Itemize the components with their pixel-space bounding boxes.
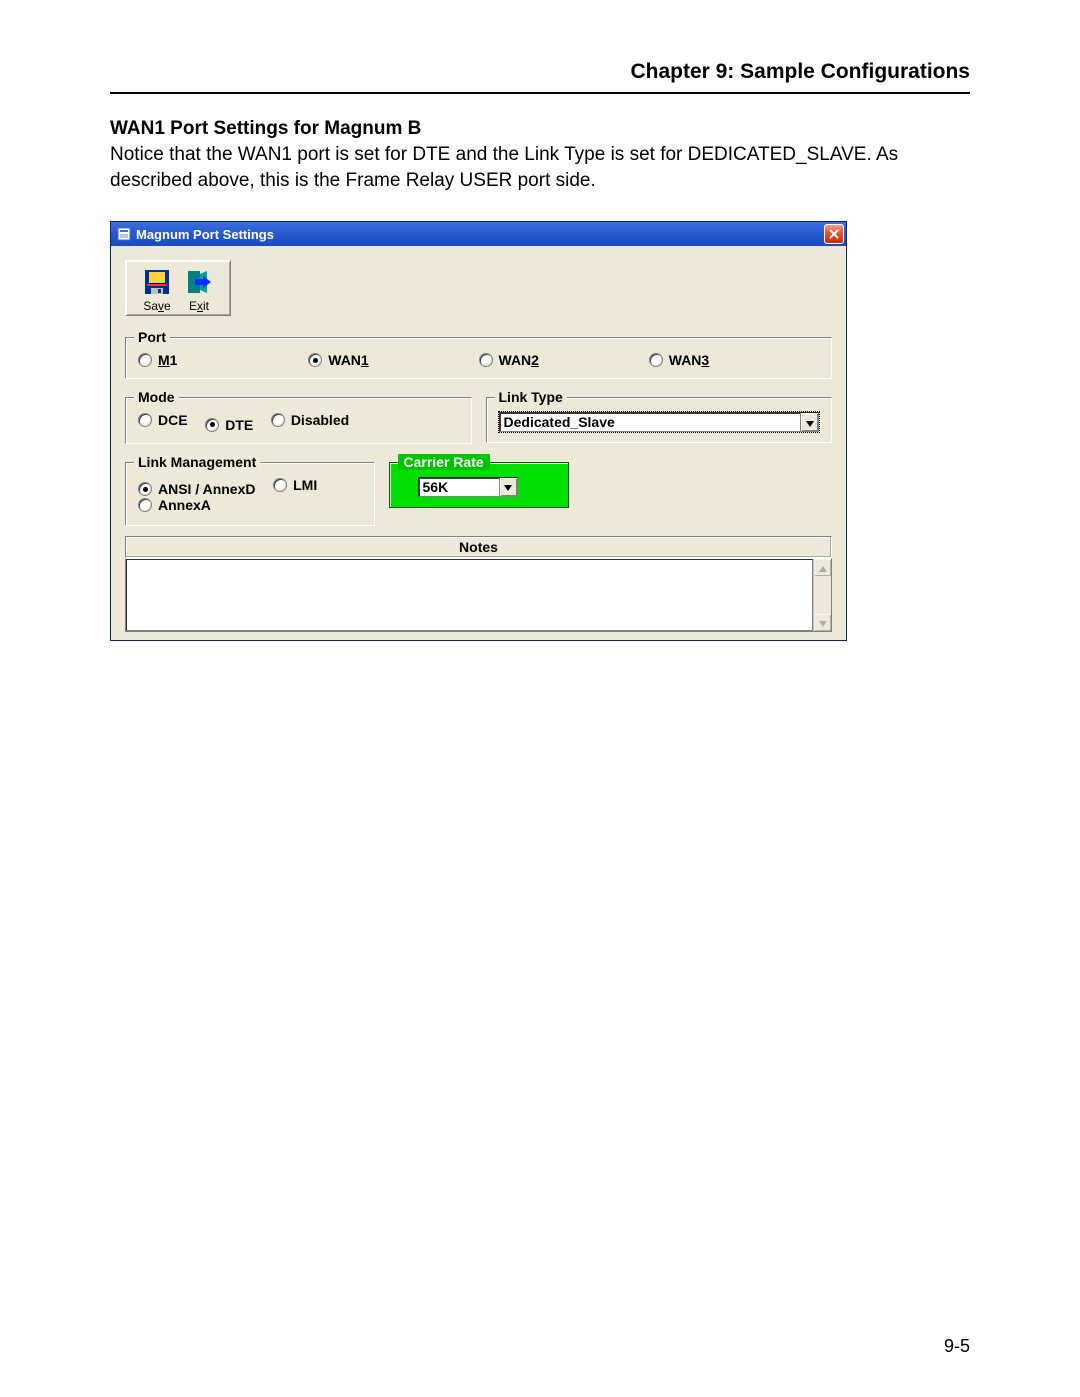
radio-port-wan3[interactable]: WAN3 [649,352,819,368]
page-number: 9-5 [944,1336,970,1357]
radio-port-m1[interactable]: M1 [138,352,308,368]
save-button[interactable]: Save [142,299,172,313]
radio-icon [138,353,152,367]
radio-icon [649,353,663,367]
radio-lm-lmi[interactable]: LMI [273,477,317,493]
app-icon [117,227,131,241]
radio-icon [138,482,152,496]
scroll-up-button[interactable] [814,559,831,576]
carrier-group: Carrier Rate 56K [389,462,569,508]
chevron-down-icon [819,615,827,630]
exit-button[interactable]: Exit [184,299,214,313]
save-mnemonic: v [158,299,164,313]
carrier-combo[interactable]: 56K [418,477,518,497]
exit-icon[interactable] [184,267,214,297]
carrier-legend: Carrier Rate [398,454,490,470]
chevron-down-icon [806,415,814,430]
body-text: Notice that the WAN1 port is set for DTE… [110,142,970,193]
scrollbar[interactable] [813,559,831,631]
radio-port-wan2[interactable]: WAN2 [479,352,649,368]
save-icon[interactable] [142,267,172,297]
mode-dce-label: DCE [158,412,188,428]
dropdown-button[interactable] [800,413,818,431]
toolbar: Save Exit [125,260,231,316]
linktype-group: Link Type Dedicated_Slave [486,397,833,443]
mode-group: Mode DCE DTE [125,397,472,444]
section-heading: WAN1 Port Settings for Magnum B [110,118,970,140]
mode-disabled-label: Disabled [291,412,349,428]
dialog-title: Magnum Port Settings [136,227,274,242]
radio-mode-dte[interactable]: DTE [205,417,253,433]
chapter-title: Chapter 9: Sample Configurations [110,60,970,84]
radio-icon [205,418,219,432]
lm-annexa-label: AnnexA [158,497,211,513]
radio-icon [138,413,152,427]
titlebar: Magnum Port Settings [111,222,846,246]
notes-textarea[interactable] [126,559,813,631]
notes-area [125,558,832,632]
mode-legend: Mode [134,389,179,405]
chevron-down-icon [504,479,512,494]
radio-icon [138,498,152,512]
radio-mode-disabled[interactable]: Disabled [271,412,349,428]
linktype-value: Dedicated_Slave [500,413,801,431]
port-settings-dialog: Magnum Port Settings [110,221,847,641]
port-group: Port M1 WAN1 WAN2 [125,337,832,379]
radio-port-wan1[interactable]: WAN1 [308,352,478,368]
notes-legend: Notes [125,536,832,558]
port-legend: Port [134,329,170,345]
close-icon [829,227,839,242]
lm-lmi-label: LMI [293,477,317,493]
linkmgmt-legend: Link Management [134,454,260,470]
scroll-down-button[interactable] [814,614,831,631]
radio-icon [308,353,322,367]
radio-icon [271,413,285,427]
lm-ansi-label: ANSI / AnnexD [158,481,256,497]
mode-dte-label: DTE [225,417,253,433]
linktype-combo[interactable]: Dedicated_Slave [499,412,820,432]
chevron-up-icon [819,560,827,575]
linkmgmt-group: Link Management ANSI / AnnexD LMI [125,462,375,527]
divider [110,92,970,94]
radio-icon [273,478,287,492]
exit-mnemonic: x [197,299,203,313]
carrier-value: 56K [419,478,499,496]
radio-lm-ansi[interactable]: ANSI / AnnexD [138,481,256,497]
radio-icon [479,353,493,367]
radio-mode-dce[interactable]: DCE [138,412,188,428]
radio-lm-annexa[interactable]: AnnexA [138,497,211,513]
dropdown-button[interactable] [499,478,517,496]
linktype-legend: Link Type [495,389,567,405]
close-button[interactable] [824,224,844,244]
